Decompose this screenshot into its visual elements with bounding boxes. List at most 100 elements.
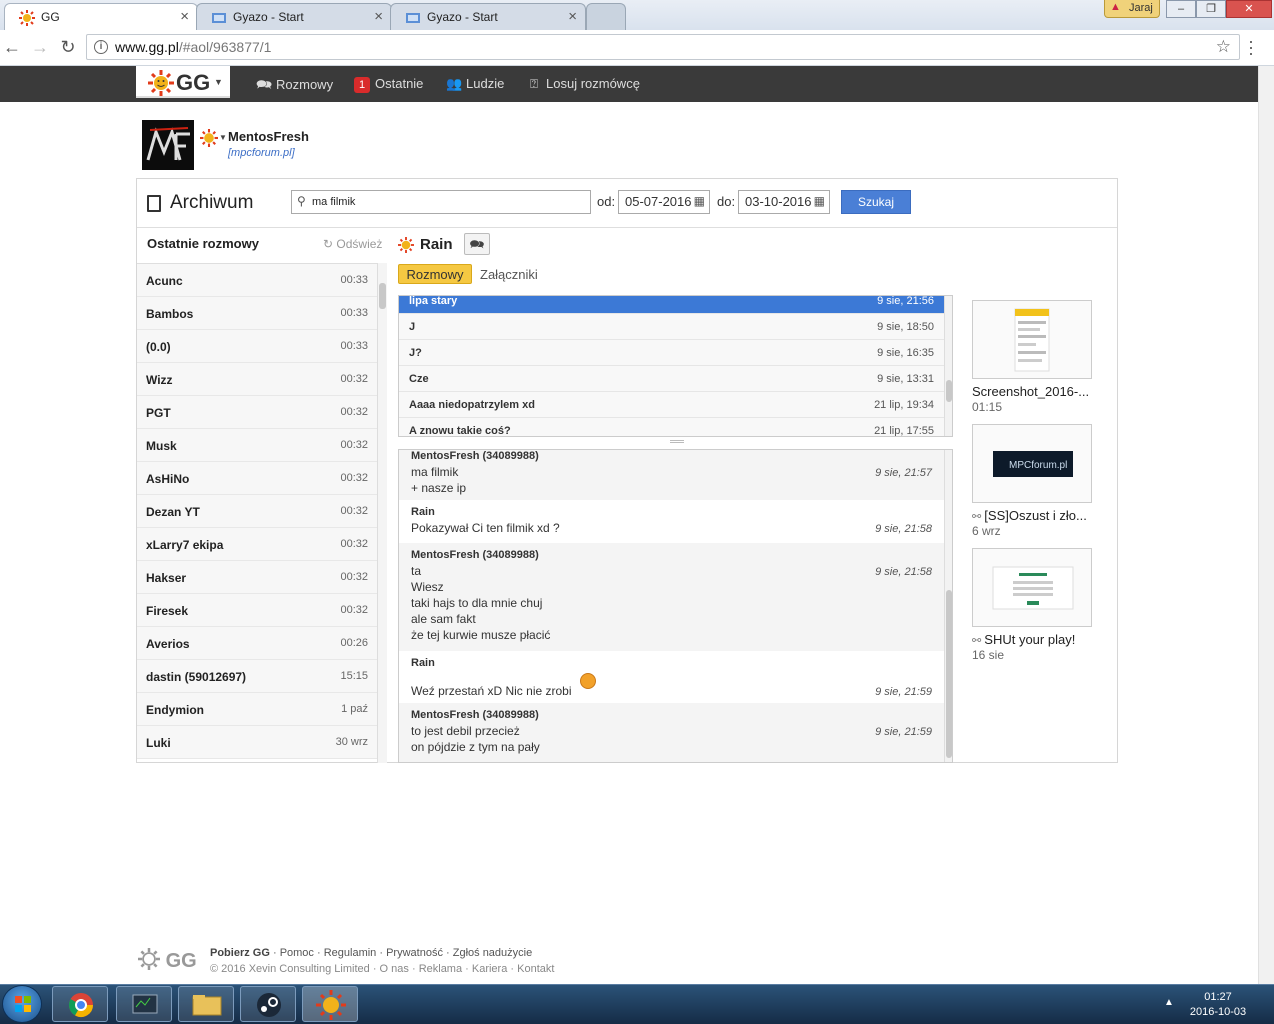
url-input[interactable]: i www.gg.pl/#aol/963877/1 ☆: [86, 34, 1240, 60]
recent-conversation-item[interactable]: Musk 00:32: [137, 429, 377, 462]
new-tab-button[interactable]: [586, 3, 626, 30]
browser-tab-gg[interactable]: GG ×: [4, 3, 198, 30]
message-time: 9 sie, 21:57: [875, 467, 932, 479]
page-scrollbar[interactable]: [1258, 66, 1274, 984]
recent-conversation-item[interactable]: dastin (59012697) 15:15: [137, 660, 377, 693]
attachment-date: 01:15: [972, 400, 1003, 414]
attachment-thumbnail[interactable]: [972, 300, 1092, 379]
nav-ostatnie[interactable]: 1 Ostatnie: [354, 76, 423, 93]
thread-item[interactable]: Aaaa niedopatrzylem xd 21 lip, 19:34: [399, 392, 944, 418]
footer-link[interactable]: O nas: [380, 963, 409, 975]
tab-zalaczniki[interactable]: Załączniki: [480, 267, 538, 282]
recent-conversation-item[interactable]: Hakser 00:32: [137, 561, 377, 594]
refresh-button[interactable]: ↻ Odśwież: [323, 237, 382, 251]
message-text: on pójdzie z tym na pały: [411, 740, 540, 754]
thread-item[interactable]: A znowu takie coś? 21 lip, 17:55: [399, 418, 944, 436]
gg-favicon-icon: [19, 10, 35, 26]
message-scrollbar[interactable]: [944, 450, 952, 762]
back-icon[interactable]: ←: [0, 36, 24, 60]
recent-conversation-item[interactable]: Acunc 00:33: [137, 264, 377, 297]
recent-scrollbar[interactable]: [377, 263, 387, 763]
recent-conversation-name: Endymion: [146, 703, 205, 717]
recent-conversation-time: 00:32: [340, 406, 368, 418]
close-tab-icon[interactable]: ×: [374, 8, 383, 25]
recent-conversation-item[interactable]: Averios 00:26: [137, 627, 377, 660]
footer-link[interactable]: Kariera: [472, 963, 507, 975]
explorer-taskbar-icon[interactable]: [178, 986, 234, 1022]
to-date-field[interactable]: 03-10-2016 ▦: [738, 190, 830, 214]
footer-logo[interactable]: GG: [138, 948, 197, 976]
monitor-taskbar-icon[interactable]: [116, 986, 172, 1022]
thread-item[interactable]: J 9 sie, 18:50: [399, 314, 944, 340]
recent-conversation-item[interactable]: Luki 30 wrz: [137, 726, 377, 759]
search-input[interactable]: ⚲ ma filmik: [291, 190, 591, 214]
calendar-icon[interactable]: ▦: [694, 194, 705, 208]
recent-conversation-item[interactable]: Endymion 1 paź: [137, 693, 377, 726]
footer-link[interactable]: Pomoc: [280, 947, 314, 959]
steam-taskbar-icon[interactable]: [240, 986, 296, 1022]
browser-user-badge[interactable]: ▲ Jaraj: [1104, 0, 1160, 18]
scrollbar-thumb[interactable]: [379, 283, 386, 309]
thread-item[interactable]: J? 9 sie, 16:35: [399, 340, 944, 366]
footer-link[interactable]: Kontakt: [517, 963, 554, 975]
attachment-date: 6 wrz: [972, 524, 1001, 538]
gg-logo-menu[interactable]: GG ▼: [136, 66, 230, 98]
footer-link[interactable]: Reklama: [419, 963, 462, 975]
chrome-taskbar-icon[interactable]: [52, 986, 108, 1022]
search-button[interactable]: Szukaj: [841, 190, 911, 214]
info-icon[interactable]: i: [94, 40, 108, 54]
forward-icon[interactable]: →: [28, 36, 52, 60]
taskbar-clock[interactable]: 01:27 2016-10-03: [1188, 990, 1248, 1020]
profile-description[interactable]: [mpcforum.pl]: [228, 147, 295, 159]
attachment-thumbnail[interactable]: MPCforum.pl: [972, 424, 1092, 503]
recent-conversation-item[interactable]: Firesek 00:32: [137, 594, 377, 627]
nav-losuj[interactable]: ⍰ Losuj rozmówcę: [526, 76, 640, 92]
pane-splitter[interactable]: [670, 440, 684, 443]
avatar[interactable]: [142, 120, 194, 170]
scrollbar-thumb[interactable]: [946, 380, 952, 402]
start-button[interactable]: [2, 985, 42, 1023]
maximize-icon[interactable]: ❐: [1196, 0, 1226, 18]
thread-title: Cze: [409, 373, 429, 385]
recent-conversation-item[interactable]: Bambos 00:33: [137, 297, 377, 330]
thread-item[interactable]: Cze 9 sie, 13:31: [399, 366, 944, 392]
calendar-icon[interactable]: ▦: [814, 194, 825, 208]
scrollbar-thumb[interactable]: [946, 590, 952, 758]
footer-link[interactable]: Prywatność: [386, 947, 443, 959]
recent-conversation-item[interactable]: xLarry7 ekipa 00:32: [137, 528, 377, 561]
browser-tab-gyazo-2[interactable]: Gyazo - Start ×: [390, 3, 586, 30]
gg-taskbar-icon[interactable]: [302, 986, 358, 1022]
menu-dots-icon[interactable]: · · ·: [1248, 32, 1254, 62]
recent-conversation-item[interactable]: (0.0) 00:33: [137, 330, 377, 363]
open-chat-button[interactable]: 🗪: [464, 233, 490, 255]
bookmark-star-icon[interactable]: ☆: [1216, 37, 1231, 57]
footer-link[interactable]: Pobierz GG: [210, 947, 270, 959]
footer-link[interactable]: Regulamin: [324, 947, 377, 959]
browser-tab-gyazo-1[interactable]: Gyazo - Start ×: [196, 3, 392, 30]
thread-item[interactable]: lipa stary 9 sie, 21:56: [399, 296, 944, 314]
tray-arrow-icon[interactable]: ▲: [1164, 997, 1174, 1008]
status-chevron-icon[interactable]: ▼: [219, 133, 227, 142]
tab-rozmowy[interactable]: Rozmowy: [398, 264, 472, 284]
thread-title: J: [409, 321, 416, 333]
nav-ludzie[interactable]: 👥 Ludzie: [446, 76, 504, 92]
status-sun-icon[interactable]: [200, 129, 218, 150]
attachment-thumbnail[interactable]: [972, 548, 1092, 627]
recent-conversation-item[interactable]: AsHiNo 00:32: [137, 462, 377, 495]
archive-header: Archiwum ⚲ ma filmik od: 05-07-2016 ▦ do:…: [137, 179, 1117, 228]
browser-tab-title: GG: [41, 10, 60, 24]
nav-rozmowy[interactable]: 🗪 Rozmowy: [256, 76, 333, 98]
address-bar: ← → ↻ i www.gg.pl/#aol/963877/1 ☆ · · ·: [0, 30, 1274, 66]
thread-scrollbar[interactable]: [944, 296, 952, 436]
recent-conversation-item[interactable]: PGT 00:32: [137, 396, 377, 429]
from-date-field[interactable]: 05-07-2016 ▦: [618, 190, 710, 214]
minimize-icon[interactable]: –: [1166, 0, 1196, 18]
attachment-caption: Screenshot_2016-...: [972, 384, 1090, 399]
close-tab-icon[interactable]: ×: [568, 8, 577, 25]
footer-link[interactable]: Zgłoś nadużycie: [453, 947, 533, 959]
close-window-icon[interactable]: ✕: [1226, 0, 1272, 18]
close-tab-icon[interactable]: ×: [180, 8, 189, 25]
reload-icon[interactable]: ↻: [56, 36, 80, 60]
recent-conversation-item[interactable]: Dezan YT 00:32: [137, 495, 377, 528]
recent-conversation-item[interactable]: Wizz 00:32: [137, 363, 377, 396]
